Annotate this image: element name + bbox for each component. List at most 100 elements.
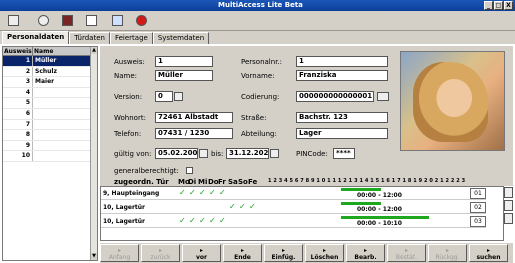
name-field[interactable]: Müller [155,70,213,81]
nav-button-zurck[interactable]: ▸ zurück [141,244,180,262]
nav-button-bearb[interactable]: ▸ Bearb. [346,244,385,262]
day-checkmark-icon[interactable] [219,203,226,211]
nav-button-rckgg[interactable]: ▸ Rückgg. [428,244,467,262]
day-checkmark-icon[interactable] [249,189,256,197]
time-window-label: 00:00 - 12:00 [357,192,402,199]
name-cell: Maier [35,78,55,86]
strasse-field[interactable]: Bachstr. 123 [296,112,388,123]
list-item[interactable]: 3 Maier [3,77,97,88]
codierung-reader-icon[interactable] [377,92,389,101]
gueltig-von-field[interactable]: 05.02.2004 [155,148,198,159]
nav-button-anfang[interactable]: ▸ Anfang [100,244,139,262]
day-checkmark-icon[interactable] [189,203,196,211]
day-checkmark-icon[interactable] [239,217,246,225]
tab-personaldaten[interactable]: Personaldaten [2,31,70,44]
tab-feiertage[interactable]: Feiertage [109,32,153,44]
schedule-edit-icon[interactable] [504,200,513,211]
nav-button-lschen[interactable]: ▸ Löschen [305,244,344,262]
layout-icon[interactable] [8,15,19,26]
list-item[interactable]: 4 [3,87,97,99]
day-checkmark-icon[interactable]: ✓ [249,203,256,211]
day-checkmark-icon[interactable]: ✓ [229,203,236,211]
day-checkmark-icon[interactable] [209,203,216,211]
day-checkmark-icon[interactable] [229,189,236,197]
vorname-field[interactable]: Franziska [296,70,388,81]
list-item[interactable]: 10 [3,151,97,162]
book-icon[interactable] [62,15,73,26]
stop-icon[interactable] [136,15,147,26]
telefon-field[interactable]: 07431 / 1230 [155,128,233,139]
day-checkmark-icon[interactable]: ✓ [189,217,196,225]
column-header-name[interactable]: Name [33,47,89,55]
list-item[interactable]: 2 Schulz [3,66,97,78]
day-checkmark-icon[interactable]: ✓ [199,217,206,225]
schedule-row[interactable]: 9, Haupteingang ✓ ✓ ✓ ✓ ✓ 00:00 - 12:00 01 [101,187,486,200]
schedule-row[interactable]: 10, Lagertür ✓ ✓ ✓ ✓ ✓ 00:00 - 10:10 03 [101,215,486,228]
nav-arrow-icon: ▸ [117,247,121,254]
minimize-button[interactable]: _ [484,1,493,10]
person-list[interactable]: Ausweis Name 1 Müller 2 Schulz 3 Maier 4 5 6 7 8 9 1… [2,46,98,261]
day-checkmark-icon[interactable]: ✓ [239,203,246,211]
list-item[interactable]: 7 [3,119,97,131]
name-cell [33,88,35,98]
document-icon[interactable] [86,15,97,26]
nav-button-suchen[interactable]: ▸ suchen [469,244,508,262]
day-checkmark-icon[interactable] [229,217,236,225]
list-item[interactable]: 5 [3,98,97,109]
day-checkmark-icon[interactable]: ✓ [219,217,226,225]
nav-button-bestt[interactable]: ▸ Bestät. [387,244,426,262]
ausweis-label: Ausweis: [114,58,145,66]
version-spinner-icon[interactable] [174,92,183,101]
settings-icon[interactable] [38,15,49,26]
network-icon[interactable] [112,15,123,26]
door-schedule-table[interactable]: 9, Haupteingang ✓ ✓ ✓ ✓ ✓ 00:00 - 12:00 01 10, L… [100,186,513,241]
day-checkmark-icon[interactable] [239,189,246,197]
nav-button-label: Bestät. [395,254,418,261]
scroll-down-icon[interactable]: ▼ [91,253,97,260]
list-item[interactable]: 9 [3,140,97,152]
day-checkmark-icon[interactable] [179,203,186,211]
close-button[interactable]: X [504,1,513,10]
day-checkmark-icon[interactable]: ✓ [179,189,186,197]
calendar-bis-icon[interactable] [270,149,279,158]
list-scrollbar[interactable]: ▲ ▼ [90,47,97,260]
schedule-add-icon[interactable] [504,187,513,198]
abteilung-field[interactable]: Lager [296,128,388,139]
nav-button-vor[interactable]: ▸ vor [182,244,221,262]
ausweis-cell: 2 [3,66,33,77]
list-item[interactable]: 8 [3,130,97,141]
scroll-up-icon[interactable]: ▲ [91,47,97,54]
codierung-field[interactable]: 000000000000001 [296,91,374,102]
schedule-delete-icon[interactable] [504,213,513,224]
calendar-von-icon[interactable] [199,149,208,158]
tab-systemdaten[interactable]: Systemdaten [152,32,210,44]
person-photo [400,51,505,151]
ausweis-cell: 1 [3,56,33,66]
column-header-ausweis[interactable]: Ausweis [3,47,33,55]
nav-button-einfg[interactable]: ▸ Einfüg. [264,244,303,262]
pincode-field[interactable]: **** [333,148,355,159]
ausweis-field[interactable]: 1 [155,56,213,67]
wohnort-field[interactable]: 72461 Albstadt [155,112,233,123]
maximize-button[interactable]: □ [494,1,503,10]
day-checkmark-icon[interactable] [249,217,256,225]
generalberechtigt-checkbox[interactable] [186,167,193,174]
day-checkmark-icon[interactable]: ✓ [209,217,216,225]
schedule-row[interactable]: 10, Lagertür ✓ ✓ ✓ 00:00 - 12:00 02 [101,201,486,214]
personalnr-field[interactable]: 1 [296,56,388,67]
list-item[interactable]: 6 [3,108,97,120]
list-item[interactable]: 1 Müller [3,56,97,67]
nav-button-label: vor [196,254,207,261]
tab-tuerdaten[interactable]: Türdaten [69,32,110,44]
nav-button-ende[interactable]: ▸ Ende [223,244,262,262]
day-checkmark-icon[interactable]: ✓ [199,189,206,197]
day-checkmark-icon[interactable]: ✓ [189,189,196,197]
version-field[interactable]: 0 [155,91,173,102]
day-checkmark-icon[interactable]: ✓ [219,189,226,197]
bis-field[interactable]: 31.12.2025 [226,148,269,159]
telefon-label: Telefon: [114,130,142,138]
day-checkmark-icon[interactable] [199,203,206,211]
day-checkmark-icon[interactable]: ✓ [209,189,216,197]
day-checkmark-icon[interactable]: ✓ [179,217,186,225]
bis-label: bis: [211,150,224,158]
